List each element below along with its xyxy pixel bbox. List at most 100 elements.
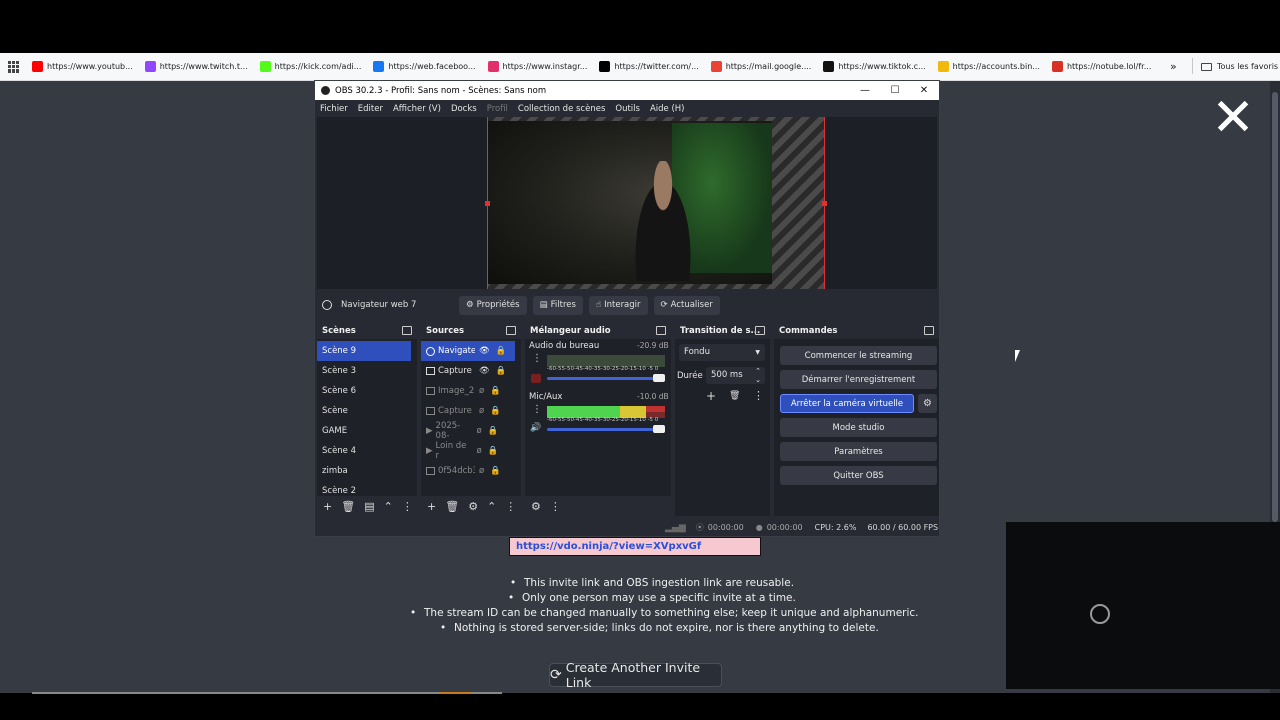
bookmark-item[interactable]: https://www.instagr...	[482, 57, 594, 77]
stop-virtual-camera-button[interactable]: Arrêter la caméra virtuelle	[780, 394, 914, 413]
undock-icon[interactable]	[755, 326, 765, 335]
menu-afficher[interactable]: Afficher (V)	[388, 104, 446, 114]
source-item[interactable]: ▶ 2025-08- ø 🔒	[421, 421, 515, 441]
scrollbar-thumb[interactable]	[1272, 92, 1278, 522]
eye-hidden-icon[interactable]: ø	[479, 406, 484, 416]
add-icon[interactable]: +	[706, 389, 716, 403]
start-streaming-button[interactable]: Commencer le streaming	[780, 346, 937, 365]
eye-hidden-icon[interactable]: ø	[479, 466, 484, 476]
window-close-icon[interactable]: ✕	[909, 81, 939, 100]
arrow-up-icon[interactable]: ⌃	[487, 500, 496, 513]
eye-hidden-icon[interactable]: ø	[479, 386, 484, 396]
source-item[interactable]: ▶ Loin de r ø 🔒	[421, 441, 515, 461]
scene-item[interactable]: zimba	[317, 461, 411, 481]
eye-hidden-icon[interactable]: ø	[477, 426, 482, 436]
preview-area[interactable]	[317, 117, 937, 289]
filter-icon[interactable]: ▤	[364, 500, 374, 513]
lock-icon[interactable]: 🔒	[488, 426, 499, 436]
handle-right[interactable]	[822, 201, 827, 206]
trash-icon[interactable]: 🗑	[445, 500, 459, 513]
close-icon[interactable]: ✕	[1210, 92, 1256, 144]
bookmark-item[interactable]: https://web.faceboo...	[367, 57, 481, 77]
lock-icon[interactable]: 🔒	[490, 466, 501, 476]
apps-grid-icon[interactable]	[8, 60, 20, 73]
scene-item[interactable]: Scène 9	[317, 341, 411, 361]
properties-button[interactable]: ⚙ Propriétés	[459, 295, 527, 315]
eye-hidden-icon[interactable]: ø	[477, 446, 482, 456]
spin-down-icon[interactable]: ⌄	[755, 372, 761, 389]
trash-icon[interactable]: 🗑	[341, 500, 355, 513]
scene-item[interactable]: Scène 3	[317, 361, 411, 381]
invite-link-box[interactable]: https://vdo.ninja/?view=XVpxvGf	[509, 537, 761, 556]
more-icon[interactable]: ⋮	[550, 500, 561, 513]
bookmark-item[interactable]: https://www.tiktok.c...	[817, 57, 931, 77]
bookmark-item[interactable]: https://accounts.bin...	[932, 57, 1046, 77]
refresh-button[interactable]: ⟳ Actualiser	[653, 295, 720, 315]
volume-slider[interactable]	[547, 428, 665, 431]
bookmark-item[interactable]: https://twitter.com/...	[593, 57, 704, 77]
more-icon[interactable]: ⋮	[402, 500, 413, 513]
lock-icon[interactable]: 🔒	[496, 366, 507, 376]
minimize-icon[interactable]: —	[850, 81, 880, 100]
scene-item[interactable]: Scène 2	[317, 481, 411, 496]
source-item[interactable]: Capture 👁 🔒	[421, 361, 515, 381]
lock-icon[interactable]: 🔒	[490, 406, 501, 416]
transition-select[interactable]: Fondu ▼	[679, 344, 765, 361]
undock-icon[interactable]	[506, 326, 516, 335]
volume-slider-handle[interactable]	[653, 374, 665, 382]
menu-editer[interactable]: Editer	[353, 104, 388, 114]
eye-icon[interactable]: 👁	[479, 346, 490, 356]
more-icon[interactable]: ⋮	[532, 353, 542, 364]
exit-button[interactable]: Quitter OBS	[780, 466, 937, 485]
bookmark-item[interactable]: https://notube.lol/fr...	[1046, 57, 1157, 77]
all-bookmarks[interactable]: Tous les favoris	[1201, 62, 1278, 71]
add-icon[interactable]: +	[427, 500, 436, 513]
add-icon[interactable]: +	[323, 500, 332, 513]
studio-mode-button[interactable]: Mode studio	[780, 418, 937, 437]
menu-aide[interactable]: Aide (H)	[645, 104, 690, 114]
scene-item[interactable]: Scène 4	[317, 441, 411, 461]
lock-icon[interactable]: 🔒	[490, 386, 501, 396]
advanced-audio-icon[interactable]: ⚙	[531, 500, 541, 513]
bookmark-item[interactable]: https://kick.com/adi...	[254, 57, 368, 77]
bookmark-item[interactable]: https://www.twitch.t...	[139, 57, 254, 77]
scene-item[interactable]: Scène 6	[317, 381, 411, 401]
trash-icon[interactable]: 🗑	[729, 391, 740, 401]
handle-left[interactable]	[485, 201, 490, 206]
more-icon[interactable]: ⋮	[532, 404, 542, 415]
settings-button[interactable]: Paramètres	[780, 442, 937, 461]
menu-collection-scenes[interactable]: Collection de scènes	[513, 104, 610, 114]
undock-icon[interactable]	[924, 326, 934, 335]
source-item[interactable]: Capture ø 🔒	[421, 401, 515, 421]
preview-canvas[interactable]	[485, 117, 827, 289]
speaker-icon[interactable]: 🔊	[530, 423, 541, 433]
arrow-up-icon[interactable]: ⌃	[384, 500, 393, 513]
bookmark-item[interactable]: https://www.youtub...	[26, 57, 139, 77]
menu-outils[interactable]: Outils	[610, 104, 645, 114]
source-item[interactable]: 0f54dcb3 ø 🔒	[421, 461, 515, 481]
bookmarks-more-icon[interactable]: »	[1170, 60, 1177, 73]
virtual-camera-settings-icon[interactable]: ⚙	[918, 394, 937, 413]
start-recording-button[interactable]: Démarrer l'enregistrement	[780, 370, 937, 389]
source-item[interactable]: Navigate 👁 🔒	[421, 341, 515, 361]
mute-icon[interactable]	[531, 374, 541, 383]
source-item[interactable]: Image_2 ø 🔒	[421, 381, 515, 401]
eye-icon[interactable]: 👁	[479, 366, 490, 376]
volume-slider[interactable]	[547, 377, 665, 380]
menu-fichier[interactable]: Fichier	[315, 104, 353, 114]
duration-spinbox[interactable]: 500 ms ⌃ ⌄	[706, 367, 765, 384]
filters-button[interactable]: ▤ Filtres	[532, 295, 583, 315]
menu-profil[interactable]: Profil	[482, 104, 513, 114]
invite-link[interactable]: https://vdo.ninja/?view=XVpxvGf	[516, 541, 701, 552]
bookmark-item[interactable]: https://mail.google....	[705, 57, 818, 77]
lock-icon[interactable]: 🔒	[488, 446, 499, 456]
volume-slider-handle[interactable]	[653, 425, 665, 433]
more-icon[interactable]: ⋮	[753, 389, 764, 402]
scene-item[interactable]: Scène	[317, 401, 411, 421]
menu-docks[interactable]: Docks	[446, 104, 482, 114]
lock-icon[interactable]: 🔒	[496, 346, 507, 356]
create-invite-button[interactable]: ⟳ Create Another Invite Link	[549, 660, 722, 690]
maximize-icon[interactable]: ☐	[880, 81, 910, 100]
more-icon[interactable]: ⋮	[505, 500, 516, 513]
undock-icon[interactable]	[656, 326, 666, 335]
